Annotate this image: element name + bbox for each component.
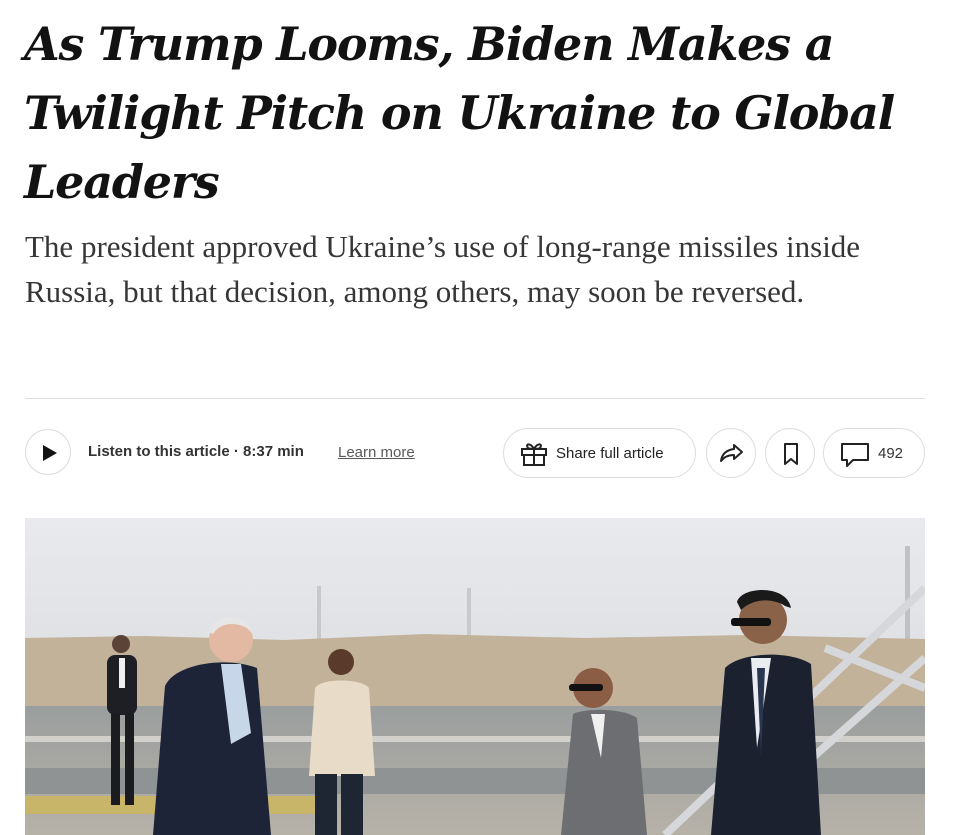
header-divider: [25, 398, 925, 399]
share-full-article-label: Share full article: [556, 445, 664, 462]
play-icon: [43, 445, 57, 461]
learn-more-link[interactable]: Learn more: [338, 444, 415, 461]
bookmark-icon: [784, 443, 798, 465]
comments-button[interactable]: 492: [823, 428, 925, 478]
gift-icon: [521, 443, 547, 466]
comment-bubble-icon: [841, 443, 869, 467]
save-button[interactable]: [765, 428, 815, 478]
share-full-article-button[interactable]: Share full article: [503, 428, 696, 478]
listen-play-button[interactable]: [25, 429, 71, 475]
listen-label: Listen to this article · 8:37 min: [88, 443, 304, 460]
article-page: As Trump Looms, Biden Makes a Twilight P…: [0, 0, 953, 835]
share-button[interactable]: [706, 428, 756, 478]
comment-count: 492: [878, 445, 904, 462]
article-summary: The president approved Ukraine’s use of …: [25, 229, 861, 309]
article-headline: As Trump Looms, Biden Makes a Twilight P…: [24, 17, 895, 209]
share-arrow-icon: [720, 444, 743, 462]
lead-photo: [25, 518, 925, 835]
article-toolbar: Listen to this article · 8:37 min Learn …: [25, 428, 925, 480]
